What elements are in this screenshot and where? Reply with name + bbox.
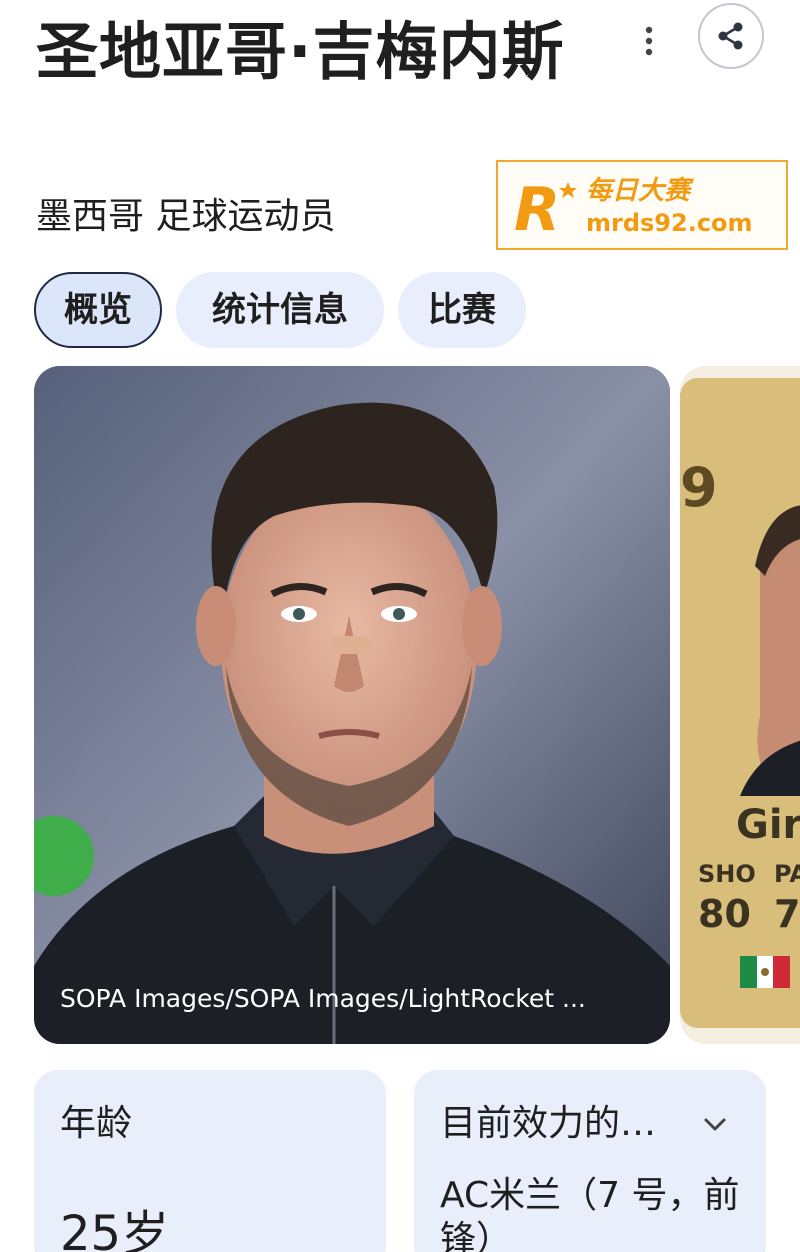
watermark-brand: 每日大赛 [586, 176, 691, 206]
tab-matches[interactable]: 比赛 [398, 272, 526, 348]
page-title: 圣地亚哥·吉梅内斯 [36, 15, 565, 88]
page-subtitle: 墨西哥 足球运动员 [36, 196, 336, 237]
image-caption: SOPA Images/SOPA Images/LightRocket ... [60, 984, 586, 1013]
info-value-team: AC米兰（7 号，前锋） [440, 1175, 740, 1252]
card-player-name: Gir [736, 802, 800, 848]
watermark-ad: R 每日大赛 mrds92.com [496, 160, 788, 250]
knowledge-panel: 圣地亚哥·吉梅内斯 墨西哥 足球运动员 R 每日大赛 mrds92.com 概览… [0, 0, 800, 1252]
more-vert-icon [645, 26, 653, 56]
brand-logo-icon: R [514, 175, 577, 240]
info-card-age[interactable]: 年龄 25岁 [34, 1070, 386, 1252]
player-portrait [34, 366, 670, 1044]
info-card-current-team[interactable]: 目前效力的… AC米兰（7 号，前锋） [414, 1070, 766, 1252]
chevron-down-icon[interactable] [700, 1110, 730, 1140]
card-stat-label: PA [774, 860, 800, 888]
mexico-flag-icon [740, 956, 790, 988]
info-label-age: 年龄 [60, 1103, 133, 1144]
svg-text:R: R [514, 175, 560, 240]
card-stat-label: SHO [698, 860, 756, 888]
tab-stats[interactable]: 统计信息 [176, 272, 384, 348]
player-photo[interactable]: SOPA Images/SOPA Images/LightRocket ... [34, 366, 670, 1044]
info-value-age: 25岁 [60, 1206, 170, 1252]
watermark-site: mrds92.com [586, 209, 753, 237]
card-player-photo [740, 505, 800, 796]
card-rating: 9 [680, 456, 718, 519]
card-stat-value: 70 [774, 892, 800, 936]
info-label-team: 目前效力的… [440, 1103, 657, 1144]
share-icon [718, 22, 743, 50]
more-options-button[interactable] [628, 18, 670, 64]
share-button[interactable] [698, 3, 764, 69]
tab-overview[interactable]: 概览 [34, 272, 162, 348]
player-card-image[interactable]: 9 Gir SHO PA 80 70 [680, 366, 800, 1044]
card-stat-value: 80 [698, 892, 751, 936]
